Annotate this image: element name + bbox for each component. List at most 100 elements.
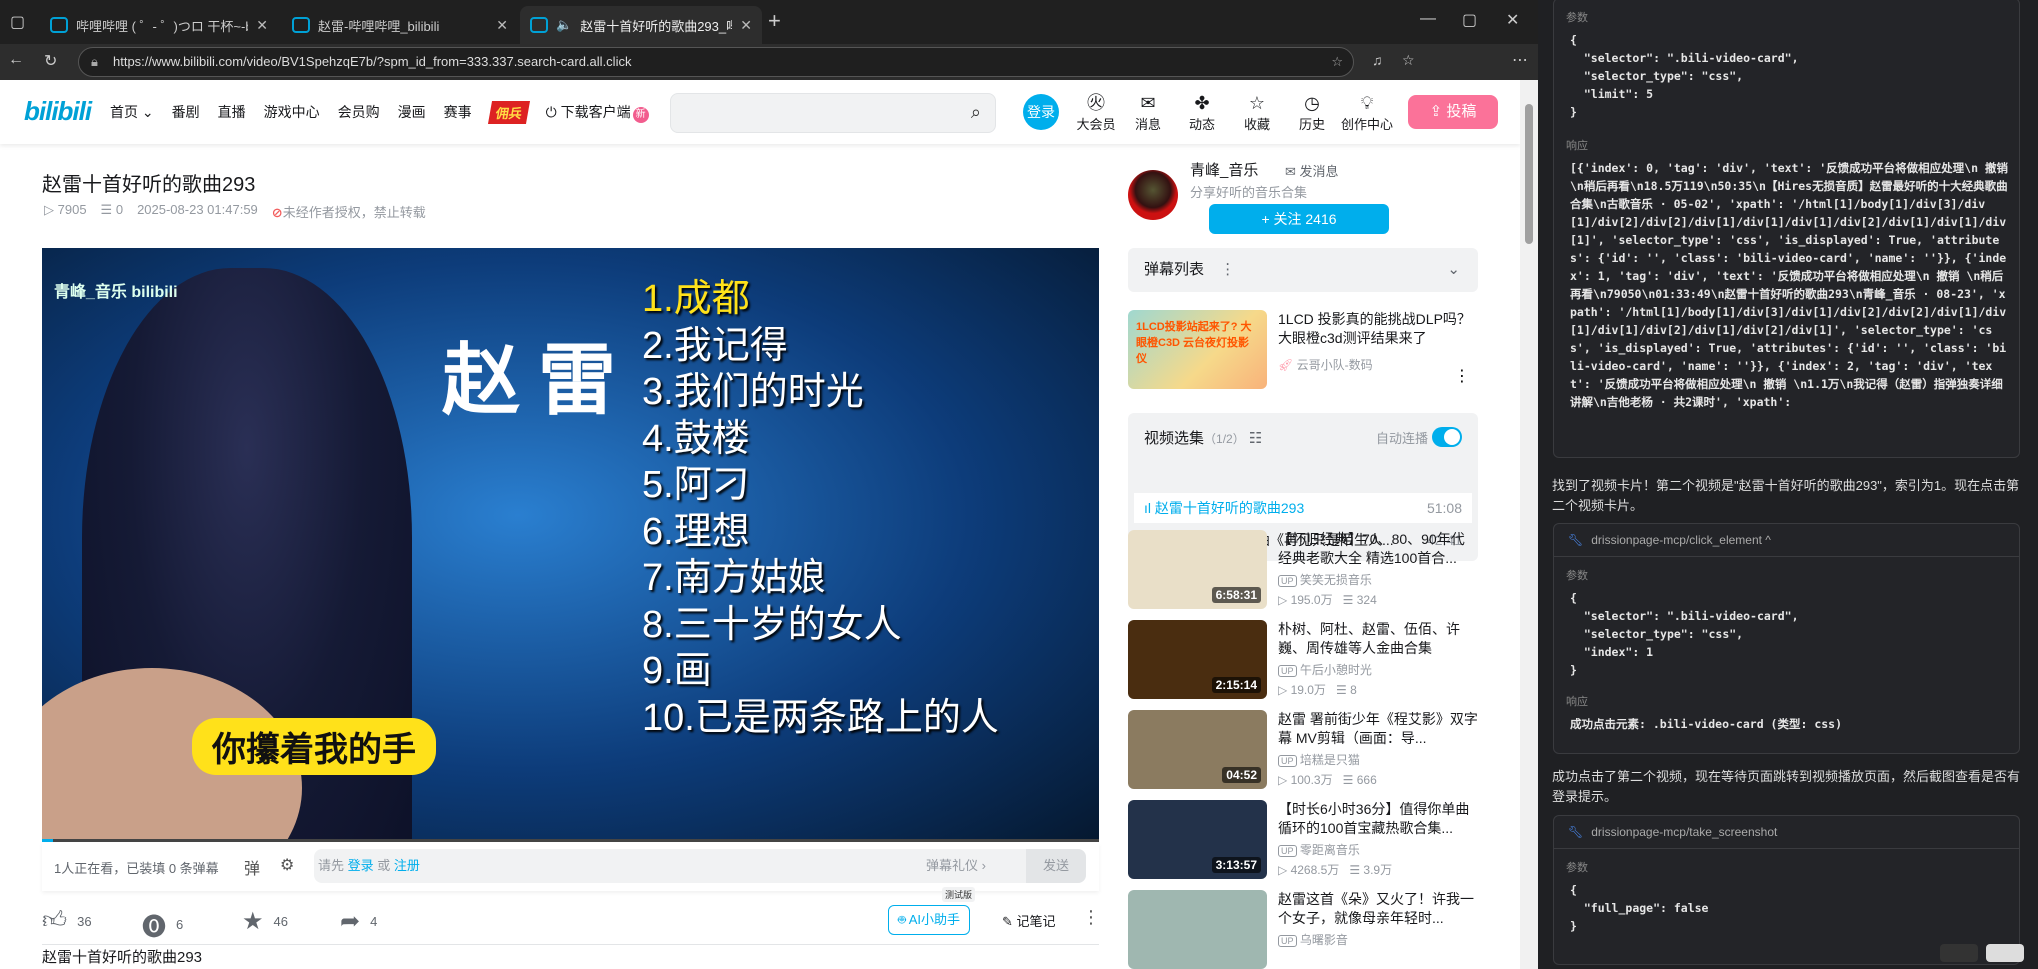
recommended-video[interactable]: 6:58:31【怀旧经典】70、80、90年代经典老歌大全 精选100首合...… bbox=[1128, 530, 1478, 609]
header-history[interactable]: ◷历史 bbox=[1282, 92, 1342, 133]
params-code: { "selector": ".bili-video-card", "selec… bbox=[1570, 31, 2010, 121]
recommended-author: UP 午后小憩时光 bbox=[1278, 661, 1372, 678]
nav-bangumi[interactable]: 番剧 bbox=[172, 102, 200, 122]
nav-game-center[interactable]: 游戏中心 bbox=[264, 102, 320, 122]
ai-assistant-button[interactable]: 🤖︎ AI小助手 bbox=[888, 905, 970, 935]
chevron-down-icon[interactable]: ⌄ bbox=[1447, 248, 1460, 292]
send-danmaku-button[interactable]: 发送 bbox=[1026, 849, 1086, 883]
view-count: 19.0万 bbox=[1291, 683, 1326, 697]
recommended-video[interactable]: 04:52赵雷 署前街少年《程艾影》双字幕 MV剪辑（画面：导...UP 培糕是… bbox=[1128, 710, 1478, 789]
panel-button[interactable] bbox=[1986, 944, 2024, 962]
panel-button[interactable] bbox=[1940, 944, 1978, 962]
header-vip[interactable]: ㊋大会员 bbox=[1066, 92, 1126, 133]
danmaku-toggle-icon[interactable]: 弹 bbox=[244, 855, 260, 879]
episode-item-current[interactable]: ıl 赵雷十首好听的歌曲29351:08 bbox=[1134, 493, 1472, 523]
autoplay-toggle[interactable]: 自动连播 bbox=[1376, 427, 1462, 447]
header-dynamic[interactable]: ✤动态 bbox=[1172, 92, 1232, 133]
upload-icon: ⇪ bbox=[1430, 103, 1443, 120]
close-tab-icon[interactable]: ✕ bbox=[256, 17, 268, 34]
tab-zhaolei-search[interactable]: 赵雷-哔哩哔哩_bilibili✕ bbox=[282, 6, 518, 44]
response-code: 成功点击元素: .bili-video-card (类型: css) bbox=[1570, 715, 2010, 733]
share-button[interactable]: ➦4 bbox=[340, 907, 377, 936]
view-count-value: 7905 bbox=[58, 202, 87, 217]
scrollbar-thumb[interactable] bbox=[1525, 104, 1533, 244]
thumbs-up-icon: 👍︎ bbox=[42, 907, 67, 935]
danmaku-login-link[interactable]: 登录 bbox=[348, 858, 374, 873]
search-icon[interactable]: ⌕ bbox=[971, 102, 981, 123]
promo-banner[interactable]: 佣兵 bbox=[488, 101, 530, 124]
tool-name: drissionpage-mcp/take_screenshot bbox=[1591, 825, 1777, 839]
maximize-icon[interactable]: ▢ bbox=[1462, 10, 1477, 30]
url-input[interactable]: 🔒︎https://www.bilibili.com/video/BV1Speh… bbox=[78, 47, 1354, 77]
ad-author-name: 云哥小队-数码 bbox=[1297, 358, 1373, 372]
search-input[interactable]: ⌕ bbox=[670, 93, 996, 133]
more-options-icon[interactable]: ⋮ bbox=[1082, 907, 1100, 928]
more-menu-icon[interactable]: ⋯ bbox=[1512, 50, 1528, 70]
video-duration: 3:13:57 bbox=[1212, 857, 1261, 873]
toggle-switch[interactable] bbox=[1432, 427, 1462, 447]
header-icon-label: 消息 bbox=[1135, 117, 1161, 132]
back-icon[interactable]: ← bbox=[8, 51, 24, 69]
notes-button[interactable]: ✎ 记笔记 bbox=[1002, 911, 1056, 930]
recommended-video[interactable]: 2:15:14朴树、阿杜、赵雷、伍佰、许巍、周传雄等人金曲合集UP 午后小憩时光… bbox=[1128, 620, 1478, 699]
ad-more-icon[interactable]: ⋮ bbox=[1454, 366, 1470, 386]
nav-mall[interactable]: 会员购 bbox=[338, 102, 380, 122]
danmaku-list-panel[interactable]: 弹幕列表 ⋮⌄ bbox=[1128, 248, 1478, 292]
extension-icon[interactable]: ♫ bbox=[1372, 52, 1383, 68]
chevron-down-icon: ⌄ bbox=[142, 104, 154, 120]
tool-header[interactable]: 🔧︎drissionpage-mcp/click_element ^ bbox=[1554, 524, 2019, 557]
wrench-icon: 🔧︎ bbox=[1568, 825, 1583, 839]
danmaku-count: ☰ 0 bbox=[101, 202, 124, 221]
upload-label: 投稿 bbox=[1446, 103, 1476, 120]
upload-button[interactable]: ⇪ 投稿 bbox=[1408, 95, 1498, 129]
uploader-name[interactable]: 青峰_音乐 bbox=[1190, 159, 1258, 180]
video-player[interactable]: 青峰_音乐 bilibili 赵雷 1.成都 2.我记得 3.我们的时光 4.鼓… bbox=[42, 248, 1099, 842]
nav-home[interactable]: 首页 ⌄ bbox=[110, 102, 154, 122]
header-message[interactable]: ✉消息 bbox=[1118, 92, 1178, 133]
page-scrollbar[interactable] bbox=[1520, 80, 1538, 969]
favorite-button[interactable]: ★46 bbox=[242, 907, 288, 936]
nav-manga[interactable]: 漫画 bbox=[398, 102, 426, 122]
bilibili-logo[interactable]: bilibili bbox=[24, 96, 91, 127]
nav-esports[interactable]: 赛事 bbox=[444, 102, 472, 122]
danmaku-etiquette-link[interactable]: 弹幕礼仪 › bbox=[926, 849, 986, 883]
uploader-avatar[interactable] bbox=[1128, 170, 1178, 220]
danmaku-count: 666 bbox=[1357, 773, 1377, 787]
bookmark-star-icon[interactable]: ☆ bbox=[1331, 48, 1343, 76]
danmaku-bar: 1人正在看，已装填 0 条弹幕 弹 ⚙ 请先 登录 或 注册 弹幕礼仪 › 发送 bbox=[42, 843, 1099, 891]
danmaku-input[interactable]: 请先 登录 或 注册 弹幕礼仪 › 发送 bbox=[314, 849, 1086, 883]
new-tab-icon[interactable]: + bbox=[768, 8, 781, 34]
like-button[interactable]: 👍︎36 bbox=[42, 907, 92, 935]
close-tab-icon[interactable]: ✕ bbox=[496, 17, 508, 34]
recommended-video[interactable]: 赵雷这首《朵》又火了！许我一个女子，就像母亲年轻时...UP 乌曙影音 bbox=[1128, 890, 1478, 969]
recommended-video[interactable]: 3:13:57【时长6小时36分】值得你单曲循环的100首宝藏热歌合集...UP… bbox=[1128, 800, 1478, 879]
tool-header[interactable]: 🔧︎ drissionpage-mcp/take_screenshot bbox=[1554, 816, 2019, 849]
tool-call-card-click: 🔧︎drissionpage-mcp/click_element ^ 参数 { … bbox=[1553, 523, 2020, 754]
sidebar-toggle-icon[interactable]: ▢ bbox=[10, 12, 25, 32]
tab-bilibili-home[interactable]: 哔哩哔哩 ( ゜- ゜)つロ 干杯~-bilibili✕ bbox=[40, 6, 278, 44]
coin-button[interactable]: ⓿6 bbox=[142, 907, 183, 942]
minimize-icon[interactable]: — bbox=[1420, 10, 1436, 28]
send-message-label: 发消息 bbox=[1300, 164, 1339, 179]
tab-current-video[interactable]: 🔈赵雷十首好听的歌曲293_哔哩哔哩_bilibili✕ bbox=[520, 6, 762, 44]
nav-download[interactable]: ⏻ 下载客户端新 bbox=[546, 102, 649, 123]
audio-playing-icon[interactable]: 🔈 bbox=[556, 17, 572, 33]
close-window-icon[interactable]: ✕ bbox=[1506, 10, 1519, 30]
list-view-icon[interactable]: ☷ bbox=[1249, 430, 1262, 447]
follow-button[interactable]: + 关注 2416 bbox=[1209, 204, 1389, 234]
ad-card[interactable]: 1LCD投影站起来了? 大眼橙C3D 云台夜灯投影仪 1LCD 投影真的能挑战D… bbox=[1128, 310, 1478, 390]
video-progress-bar[interactable] bbox=[42, 839, 1099, 842]
favorites-icon[interactable]: ☆ bbox=[1402, 52, 1415, 69]
danmaku-register-link[interactable]: 注册 bbox=[394, 858, 420, 873]
header-favorite[interactable]: ☆收藏 bbox=[1227, 92, 1287, 133]
close-tab-icon[interactable]: ✕ bbox=[740, 17, 752, 34]
header-login-button[interactable]: 登录 bbox=[1023, 94, 1059, 130]
send-message-link[interactable]: ✉ 发消息 bbox=[1285, 161, 1339, 180]
danmaku-settings-icon[interactable]: ⚙ bbox=[280, 855, 294, 875]
no-repost-icon: ⊘ bbox=[272, 205, 283, 220]
more-icon[interactable]: ⋮ bbox=[1220, 261, 1235, 278]
song-item: 5.阿刁 bbox=[642, 462, 999, 509]
reload-icon[interactable]: ↻ bbox=[44, 51, 57, 71]
nav-live[interactable]: 直播 bbox=[218, 102, 246, 122]
header-creator[interactable]: 💡︎创作中心 bbox=[1337, 92, 1397, 133]
